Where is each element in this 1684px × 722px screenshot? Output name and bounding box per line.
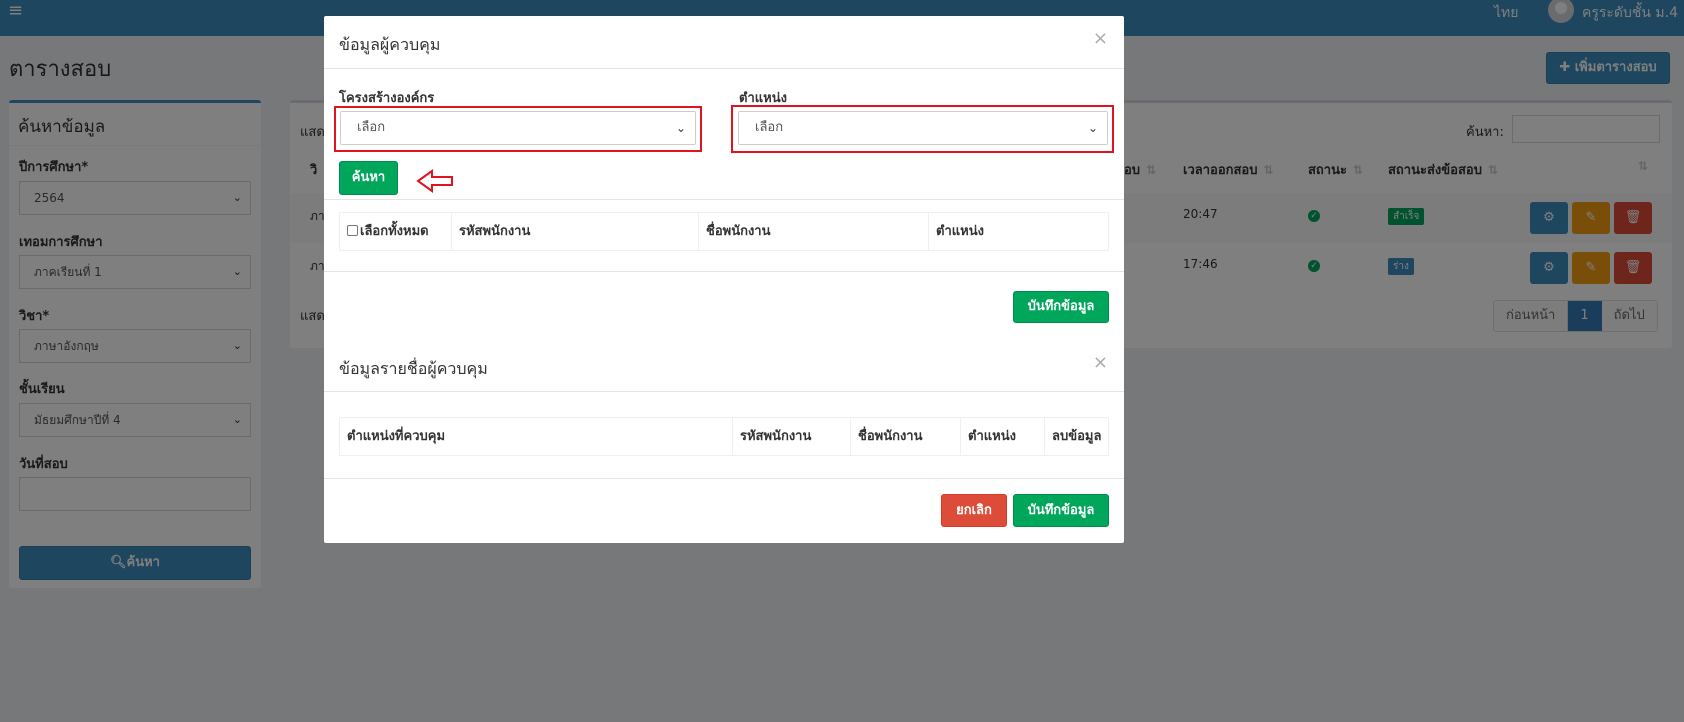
arrow-left-icon (416, 169, 453, 193)
select-all-header[interactable]: เลือกทั้งหมด (340, 213, 452, 251)
supervisor-list-table: ตำแหน่งที่ควบคุม รหัสพนักงาน ชื่อพนักงาน… (339, 417, 1109, 456)
save-button[interactable]: บันทึกข้อมูล (1013, 291, 1109, 323)
divider (324, 199, 1124, 200)
position-value: เลือก (755, 120, 784, 135)
emp-code-header: รหัสพนักงาน (733, 418, 851, 456)
select-all-checkbox[interactable] (347, 225, 358, 236)
emp-name-header: ชื่อพนักงาน (699, 213, 929, 251)
position-header: ตำแหน่ง (961, 418, 1045, 456)
close-icon[interactable]: × (1093, 28, 1108, 49)
save-button-bottom[interactable]: บันทึกข้อมูล (1013, 494, 1109, 527)
org-structure-value: เลือก (357, 120, 386, 135)
divider (324, 68, 1124, 69)
modal-search-button[interactable]: ค้นหา (339, 161, 398, 195)
org-structure-select[interactable]: เลือก ⌄ (340, 111, 696, 145)
emp-name-header: ชื่อพนักงาน (851, 418, 961, 456)
close-icon[interactable]: × (1093, 352, 1108, 373)
divider (324, 478, 1124, 479)
delete-header: ลบข้อมูล (1052, 429, 1102, 444)
modal-title: ข้อมูลผู้ควบคุม (339, 35, 441, 54)
divider (324, 391, 1124, 392)
position-header: ตำแหน่ง (936, 224, 984, 239)
supervisor-list-title: ข้อมูลรายชื่อผู้ควบคุม (339, 359, 488, 378)
emp-code-header: รหัสพนักงาน (452, 213, 699, 251)
employee-search-table: เลือกทั้งหมด รหัสพนักงาน ชื่อพนักงาน ตำแ… (339, 212, 1109, 251)
supervisor-modal: ข้อมูลผู้ควบคุม × โครงสร้างองค์กร เลือก … (324, 16, 1124, 543)
chevron-down-icon: ⌄ (1087, 121, 1098, 135)
org-structure-label: โครงสร้างองค์กร (339, 91, 435, 106)
position-select[interactable]: เลือก ⌄ (738, 111, 1108, 145)
cancel-button[interactable]: ยกเลิก (941, 494, 1007, 527)
control-position-header: ตำแหน่งที่ควบคุม (340, 418, 733, 456)
select-all-label: เลือกทั้งหมด (360, 224, 429, 239)
divider (324, 271, 1124, 272)
chevron-down-icon: ⌄ (675, 121, 686, 135)
